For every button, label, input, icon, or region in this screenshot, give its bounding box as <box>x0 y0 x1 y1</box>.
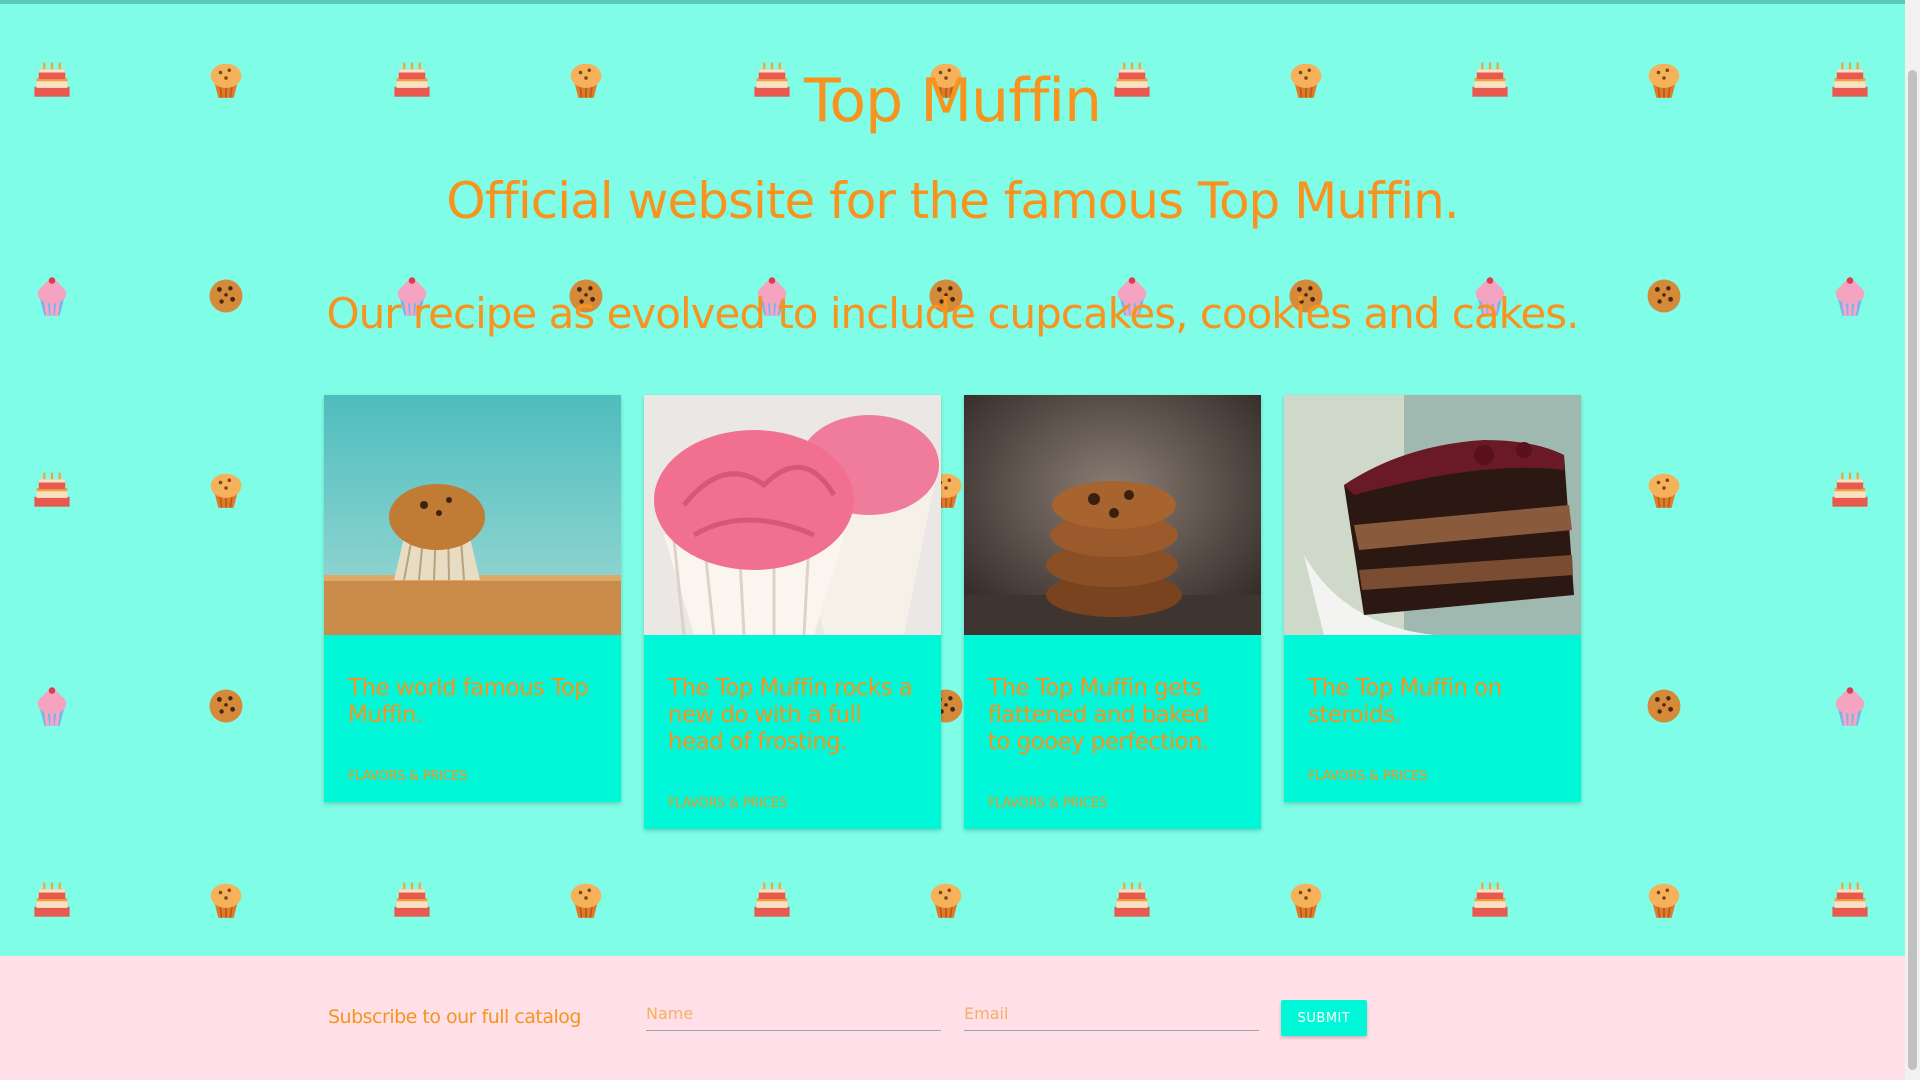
cookie-icon <box>1642 684 1686 728</box>
card-title: The Top Muffin gets flattened and baked … <box>988 675 1209 755</box>
product-card-cookies: The Top Muffin gets flattened and baked … <box>964 395 1261 829</box>
muffin-icon <box>1642 876 1686 920</box>
hero-section: Top Muffin Official website for the famo… <box>0 4 1905 956</box>
flavors-prices-link[interactable]: FLAVORS & PRICES <box>988 796 1107 811</box>
scrollbar[interactable] <box>1905 0 1920 1080</box>
site-subtitle: Official website for the famous Top Muff… <box>446 172 1459 230</box>
muffin-icon <box>924 876 968 920</box>
subscribe-label: Subscribe to our full catalog <box>328 1006 582 1028</box>
product-card-cake: The Top Muffin on steroids. FLAVORS & PR… <box>1284 395 1581 802</box>
muffin-icon <box>564 876 608 920</box>
card-title: The world famous Top Muffin. <box>348 675 589 728</box>
muffin-photo <box>324 395 621 635</box>
cake-icon <box>1468 876 1512 920</box>
cookies-photo <box>964 395 1261 635</box>
product-card-muffin: The world famous Top Muffin. FLAVORS & P… <box>324 395 621 802</box>
muffin-icon <box>1642 466 1686 510</box>
cake-icon <box>1828 466 1872 510</box>
cupcake-photo <box>644 395 941 635</box>
flavors-prices-link[interactable]: FLAVORS & PRICES <box>668 796 787 811</box>
cupcake-icon <box>1828 684 1872 728</box>
muffin-icon <box>204 466 248 510</box>
subscribe-footer: Subscribe to our full catalog SUBMIT <box>0 956 1905 1080</box>
muffin-icon <box>204 876 248 920</box>
product-card-cupcake: The Top Muffin rocks a new do with a ful… <box>644 395 941 829</box>
cake-icon <box>750 876 794 920</box>
name-input[interactable] <box>646 996 941 1031</box>
cake-icon <box>1828 876 1872 920</box>
site-title: Top Muffin <box>803 66 1102 136</box>
scrollbar-thumb[interactable] <box>1908 70 1917 1070</box>
cookie-icon <box>204 684 248 728</box>
site-tagline: Our recipe as evolved to include cupcake… <box>326 289 1580 338</box>
cake-icon <box>30 876 74 920</box>
email-input[interactable] <box>964 996 1259 1031</box>
muffin-icon <box>1284 876 1328 920</box>
cake-icon <box>390 876 434 920</box>
submit-button[interactable]: SUBMIT <box>1281 1000 1367 1036</box>
cake-icon <box>30 466 74 510</box>
flavors-prices-link[interactable]: FLAVORS & PRICES <box>1308 769 1427 784</box>
cake-icon <box>1110 876 1154 920</box>
flavors-prices-link[interactable]: FLAVORS & PRICES <box>348 769 467 784</box>
card-title: The Top Muffin rocks a new do with a ful… <box>668 675 913 755</box>
cake-photo <box>1284 395 1581 635</box>
cupcake-icon <box>30 684 74 728</box>
card-title: The Top Muffin on steroids. <box>1308 675 1502 728</box>
